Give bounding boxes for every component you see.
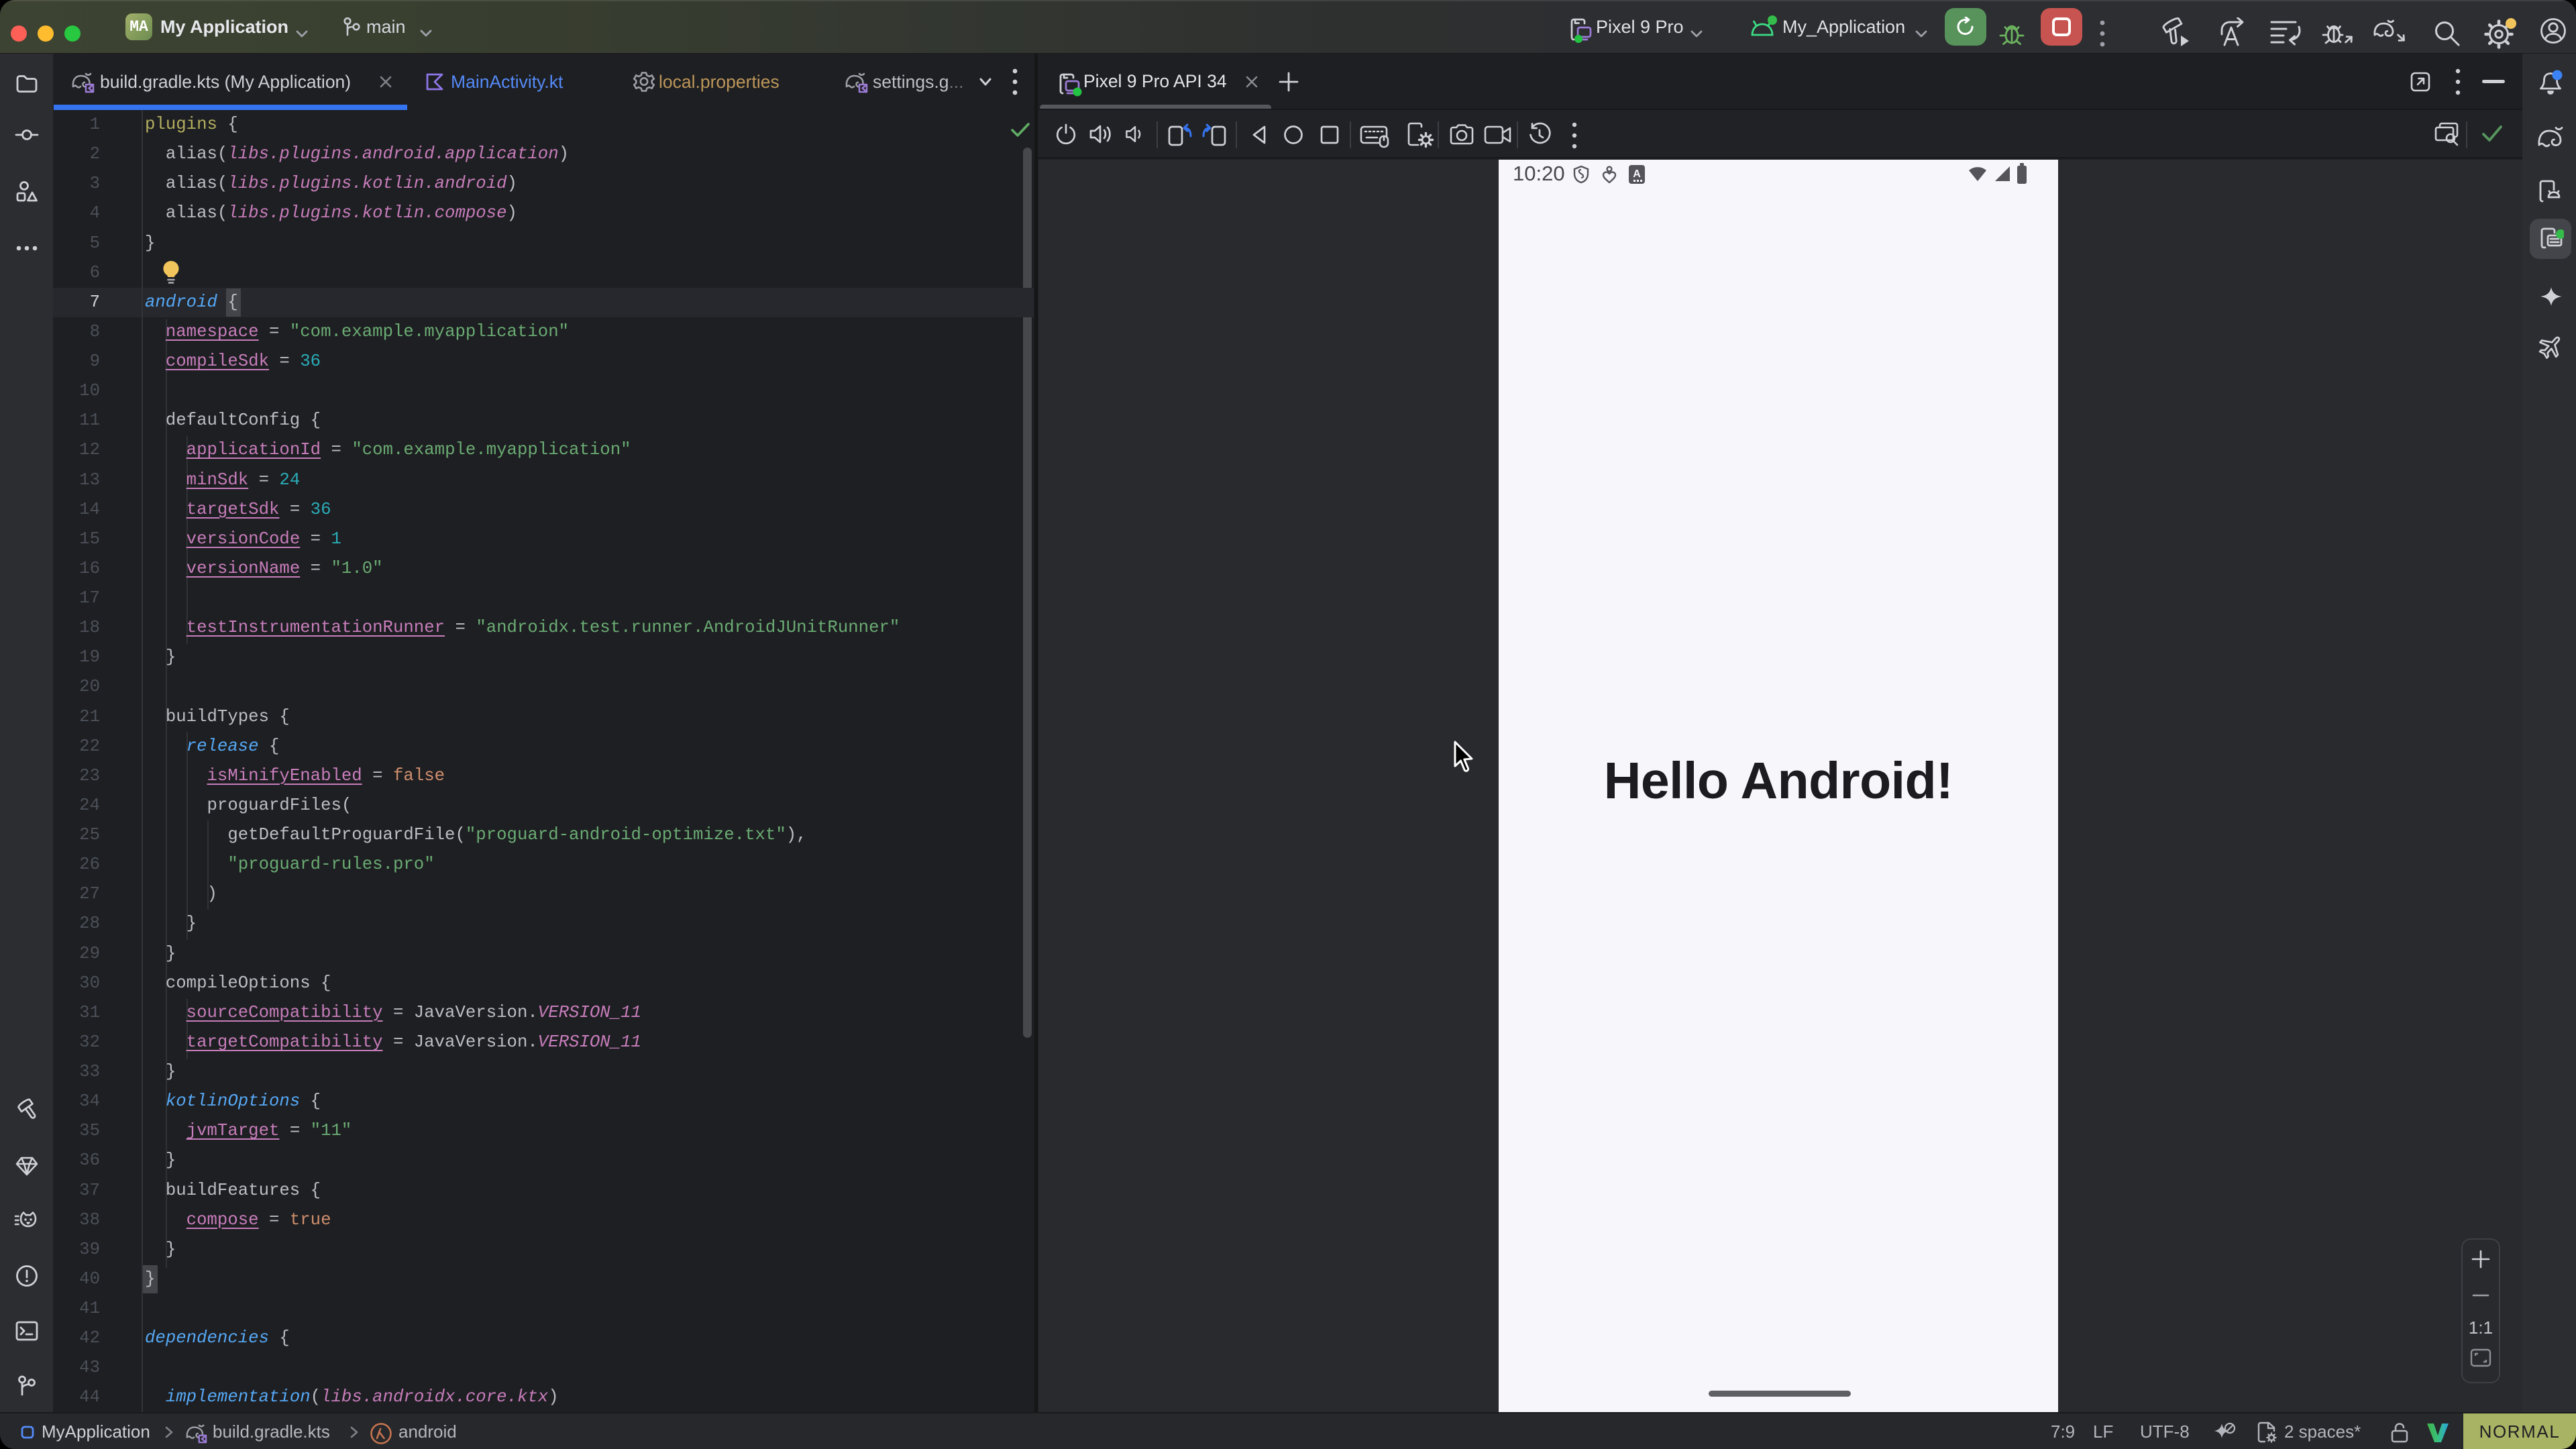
- svg-text:A: A: [1633, 168, 1641, 180]
